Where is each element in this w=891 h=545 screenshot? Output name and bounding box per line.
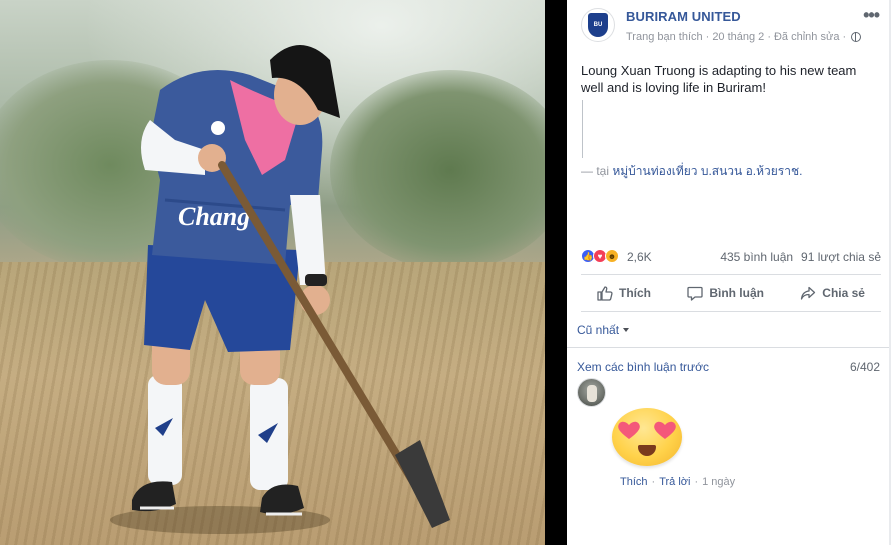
- post-stats: 435 bình luận 91 lượt chia sẻ: [720, 250, 881, 264]
- location-link[interactable]: หมู่บ้านท่องเที่ยว บ.สนวน อ.ห้วยราช.: [612, 164, 802, 178]
- comment-button[interactable]: Bình luận: [687, 286, 764, 301]
- comment-count-link[interactable]: 435 bình luận: [720, 250, 793, 264]
- share-button-label: Chia sẻ: [822, 286, 865, 300]
- page-avatar[interactable]: BU: [581, 8, 615, 42]
- comment-actions: Thích · Trả lời · 1 ngày: [620, 476, 735, 488]
- comment-icon: [687, 286, 703, 301]
- haha-reaction-icon: ☻: [605, 249, 619, 263]
- meta-separator: ·: [767, 31, 771, 43]
- meta-separator: ·: [842, 31, 847, 43]
- reaction-count[interactable]: 2,6K: [627, 250, 652, 264]
- comment-counter: 6/402: [849, 360, 880, 374]
- like-button-label: Thích: [619, 286, 651, 300]
- heart-eye-icon: [618, 421, 640, 439]
- commenter-avatar[interactable]: [577, 378, 606, 407]
- comment-timestamp[interactable]: 1 ngày: [702, 476, 735, 488]
- comment-reply-link[interactable]: Trả lời: [659, 476, 690, 488]
- divider: [567, 347, 891, 348]
- player-figure: Chang: [110, 45, 450, 534]
- meta-liked-page: Trang bạn thích: [626, 31, 703, 43]
- reaction-icons[interactable]: 👍 ♥ ☻: [581, 249, 619, 263]
- post-meta: Trang bạn thích · 20 tháng 2 · Đã chỉnh …: [626, 31, 862, 43]
- post-text: Loung Xuan Truong is adapting to his new…: [581, 63, 857, 95]
- globe-icon[interactable]: [851, 32, 862, 42]
- post-date-link[interactable]: 20 tháng 2: [712, 31, 764, 43]
- post-actions: Thích Bình luận Chia sẻ: [581, 276, 881, 310]
- photo-panel-divider: [545, 0, 567, 545]
- divider: [581, 274, 881, 275]
- comment-action-separator: ·: [694, 476, 699, 488]
- divider: [581, 311, 881, 312]
- edited-link[interactable]: Đã chỉnh sửa: [774, 31, 839, 43]
- location-prefix: — tại: [581, 164, 610, 178]
- post-location: — tại หมู่บ้านท่องเที่ยว บ.สนวน อ.ห้วยรา…: [581, 162, 802, 181]
- view-previous-comments-link[interactable]: Xem các bình luận trước: [577, 360, 709, 374]
- post-photo[interactable]: Chang: [0, 0, 545, 545]
- sort-label: Cũ nhất: [577, 323, 620, 337]
- meta-separator: ·: [705, 31, 710, 43]
- heart-eyes-emoji-sticker: [612, 408, 682, 468]
- chevron-down-icon: [623, 328, 630, 332]
- comment-action-separator: ·: [651, 476, 656, 488]
- share-count-link[interactable]: 91 lượt chia sẻ: [801, 250, 881, 264]
- text-quote-bar: [582, 100, 583, 158]
- thumbs-up-icon: [597, 285, 613, 301]
- like-button[interactable]: Thích: [597, 285, 651, 301]
- post-side-panel: BU BURIRAM UNITED Trang bạn thích · 20 t…: [567, 0, 891, 545]
- reactions-bar: 👍 ♥ ☻ 2,6K 435 bình luận 91 lượt chia sẻ: [581, 249, 881, 265]
- svg-text:Chang: Chang: [178, 202, 250, 231]
- club-crest-icon: BU: [588, 13, 608, 37]
- heart-eye-icon: [654, 421, 676, 439]
- more-options-icon[interactable]: •••: [863, 6, 880, 24]
- share-arrow-icon: [801, 286, 816, 300]
- post-header: BU BURIRAM UNITED Trang bạn thích · 20 t…: [581, 6, 881, 48]
- comment-sort-dropdown[interactable]: Cũ nhất: [577, 323, 630, 337]
- comment-like-link[interactable]: Thích: [620, 476, 648, 488]
- page-name-link[interactable]: BURIRAM UNITED: [626, 9, 741, 24]
- share-button[interactable]: Chia sẻ: [800, 286, 865, 301]
- comment-button-label: Bình luận: [709, 286, 764, 300]
